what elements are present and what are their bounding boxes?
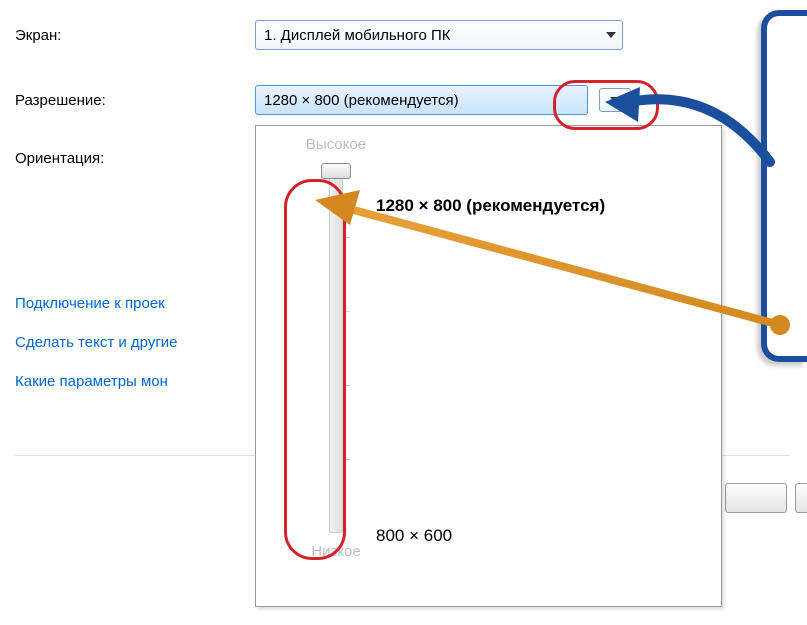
slider-track-bg <box>329 163 343 533</box>
resolution-popup: Высокое Низкое 1280 × 800 (рекомендуется… <box>255 125 722 607</box>
screen-dropdown-value: 1. Дисплей мобильного ПК <box>264 27 450 44</box>
slider-label-high: Высокое <box>286 136 386 153</box>
screen-dropdown[interactable]: 1. Дисплей мобильного ПК <box>255 20 623 50</box>
screen-label: Экран: <box>15 27 255 44</box>
resolution-label: Разрешение: <box>15 92 255 109</box>
slider-thumb[interactable] <box>321 163 351 179</box>
chevron-down-icon <box>606 32 616 38</box>
dialog-button-1[interactable] <box>725 483 787 513</box>
resolution-dropdown-value: 1280 × 800 (рекомендуется) <box>264 92 459 109</box>
slider-value-bottom: 800 × 600 <box>376 526 452 546</box>
dialog-button-2[interactable] <box>795 483 807 513</box>
chevron-down-icon <box>599 88 631 112</box>
resolution-dropdown[interactable]: 1280 × 800 (рекомендуется) <box>255 85 588 115</box>
link-monitor[interactable]: Какие параметры мон <box>15 373 178 390</box>
orientation-label: Ориентация: <box>15 150 255 167</box>
annotation-callout-box <box>761 10 807 362</box>
slider-value-top: 1280 × 800 (рекомендуется) <box>376 196 605 216</box>
link-textsize[interactable]: Сделать текст и другие <box>15 334 178 351</box>
slider-label-low: Низкое <box>286 543 386 560</box>
resolution-slider[interactable] <box>328 163 344 533</box>
link-projector[interactable]: Подключение к проек <box>15 295 178 312</box>
